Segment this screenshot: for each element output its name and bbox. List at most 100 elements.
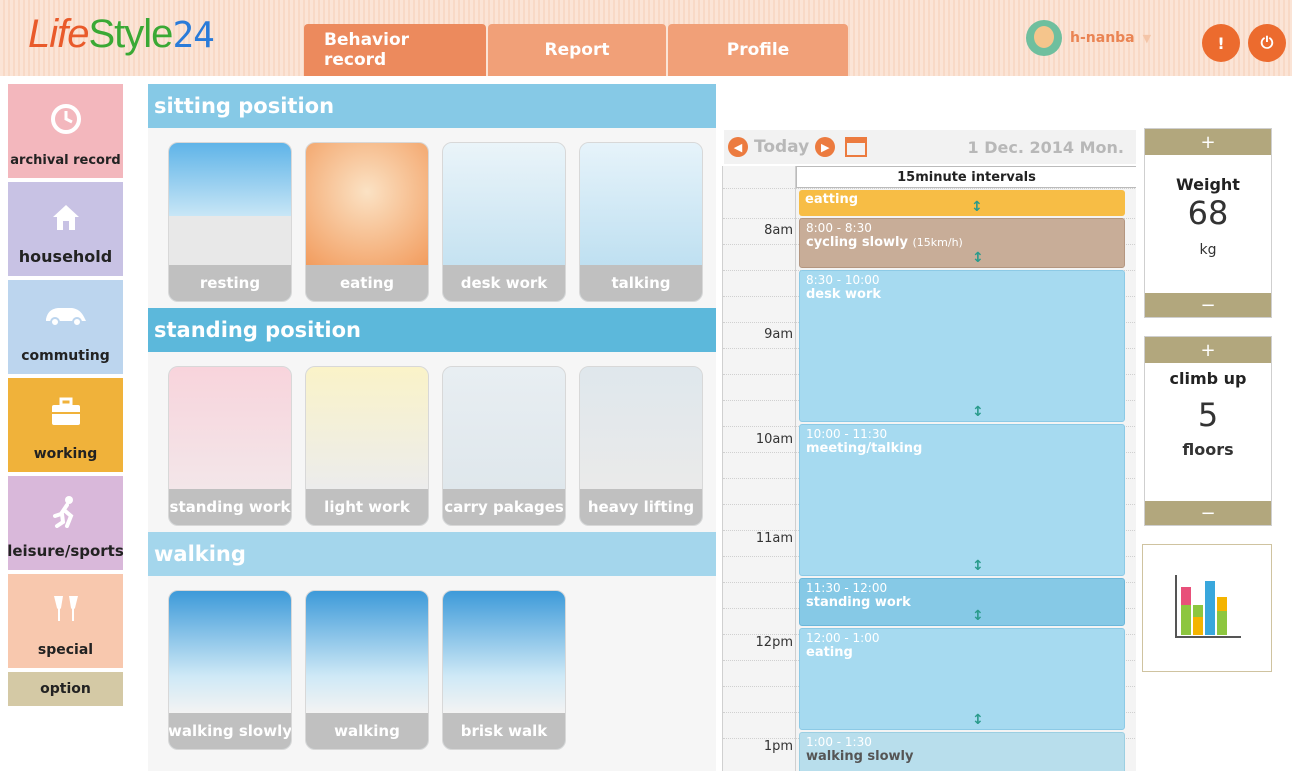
chevron-down-icon: ▼ xyxy=(1142,31,1152,45)
minus-icon: − xyxy=(1200,502,1216,524)
weight-label: Weight xyxy=(1176,175,1240,194)
card-label: brisk walk xyxy=(443,713,565,749)
user-menu[interactable]: h-nanba ▼ xyxy=(1026,20,1151,56)
resize-handle-icon[interactable]: ↕ xyxy=(972,559,984,573)
tab-report[interactable]: Report xyxy=(488,24,666,76)
resize-handle-icon[interactable]: ↕ xyxy=(972,609,984,623)
event-time: 8:30 - 10:00 xyxy=(806,273,880,287)
climb-label: climb up xyxy=(1169,369,1247,388)
sidebar-item-commuting[interactable]: commuting xyxy=(8,280,123,374)
activity-card-walking[interactable]: walking xyxy=(305,590,429,750)
app-logo[interactable]: LifeStyle24 xyxy=(28,12,215,57)
tab-profile[interactable]: Profile xyxy=(668,24,848,76)
activity-card-talking[interactable]: talking xyxy=(579,142,703,302)
activity-card-brisk-walk[interactable]: brisk walk xyxy=(442,590,566,750)
plus-icon: + xyxy=(1200,131,1216,153)
weight-unit: kg xyxy=(1199,242,1217,258)
event-name: cycling slowly xyxy=(806,235,908,250)
sidebar-item-working[interactable]: working xyxy=(8,378,123,472)
activity-card-walking-slowly[interactable]: walking slowly xyxy=(168,590,292,750)
event-name: meeting/talking xyxy=(806,441,923,456)
section-title: standing position xyxy=(154,318,361,342)
tab-behavior-record[interactable]: Behavior record xyxy=(304,24,486,76)
activity-card-carry-pakages[interactable]: carry pakages xyxy=(442,366,566,526)
event-cycling-slowly[interactable]: 8:00 - 8:30 cycling slowly (15km/h) ↕ xyxy=(799,218,1125,268)
climb-decrease-button[interactable]: − xyxy=(1145,501,1271,525)
sidebar-item-label: household xyxy=(18,247,113,266)
hour-label: 12pm xyxy=(755,635,793,650)
event-desk-work[interactable]: 8:30 - 10:00 desk work ↕ xyxy=(799,270,1125,422)
event-name: desk work xyxy=(806,287,882,302)
resize-handle-icon[interactable]: ↕ xyxy=(972,713,984,727)
section-walking: walking slowly walking brisk walk xyxy=(148,576,716,756)
section-title: sitting position xyxy=(154,94,335,118)
sidebar-item-label: leisure/sports xyxy=(7,542,124,560)
event-time: 1:00 - 1:30 xyxy=(806,735,872,749)
resting-illustration xyxy=(169,143,291,265)
weight-increase-button[interactable]: + xyxy=(1145,129,1271,155)
sidebar-item-archival-record[interactable]: archival record xyxy=(8,84,123,178)
current-date: 1 Dec. 2014 Mon. xyxy=(967,137,1124,157)
event-meeting-talking[interactable]: 10:00 - 11:30 meeting/talking ↕ xyxy=(799,424,1125,576)
event-eating[interactable]: 12:00 - 1:00 eating ↕ xyxy=(799,628,1125,730)
calendar-icon[interactable] xyxy=(845,137,868,157)
report-chart-button[interactable] xyxy=(1142,544,1272,672)
date-navigator: ◀ Today ▶ 1 Dec. 2014 Mon. xyxy=(724,130,1136,164)
alert-icon: ! xyxy=(1217,33,1225,53)
card-label: carry pakages xyxy=(443,489,565,525)
event-walking-slowly[interactable]: 1:00 - 1:30 walking slowly xyxy=(799,732,1125,771)
event-standing-work[interactable]: 11:30 - 12:00 standing work ↕ xyxy=(799,578,1125,626)
category-sidebar: archival record household commuting work… xyxy=(7,84,124,706)
hour-label: 9am xyxy=(764,327,793,342)
option-button[interactable]: option xyxy=(8,672,123,706)
bar-chart-icon xyxy=(1175,575,1241,638)
light-work-illustration xyxy=(306,367,428,489)
resize-handle-icon[interactable]: ↕ xyxy=(971,200,983,214)
weight-decrease-button[interactable]: − xyxy=(1145,293,1271,317)
alert-button[interactable]: ! xyxy=(1202,24,1240,62)
resize-handle-icon[interactable]: ↕ xyxy=(972,405,984,419)
section-heading-standing: standing position xyxy=(148,308,716,352)
sidebar-item-leisure-sports[interactable]: leisure/sports xyxy=(7,476,124,570)
previous-day-button[interactable]: ◀ xyxy=(728,137,748,157)
section-heading-walking: walking xyxy=(148,532,716,576)
logout-button[interactable]: ⏻ xyxy=(1248,24,1286,62)
carry-pakages-illustration xyxy=(443,367,565,489)
chevron-right-icon: ▶ xyxy=(820,140,830,154)
logo-prefix: Life xyxy=(28,12,89,56)
minus-icon: − xyxy=(1200,294,1216,316)
activity-card-standing-work[interactable]: standing work xyxy=(168,366,292,526)
event-eatting[interactable]: eatting ↕ xyxy=(799,190,1125,216)
climb-counter: + climb up 5 floors − xyxy=(1144,336,1272,526)
climb-value: 5 xyxy=(1197,396,1219,434)
today-button[interactable]: Today xyxy=(754,137,809,157)
activity-card-eating[interactable]: eating xyxy=(305,142,429,302)
sidebar-item-label: archival record xyxy=(10,153,121,168)
activity-card-heavy-lifting[interactable]: heavy lifting xyxy=(579,366,703,526)
event-time: 10:00 - 11:30 xyxy=(806,427,888,441)
resize-handle-icon[interactable]: ↕ xyxy=(972,251,984,265)
event-time: 11:30 - 12:00 xyxy=(806,581,888,595)
hour-label: 1pm xyxy=(763,739,793,754)
event-subtext: (15km/h) xyxy=(912,236,963,249)
logo-num: 24 xyxy=(172,15,214,56)
tab-label: Report xyxy=(544,40,610,60)
event-name: walking slowly xyxy=(806,749,914,764)
option-label: option xyxy=(40,681,91,697)
toast-icon xyxy=(8,592,123,635)
sidebar-item-special[interactable]: special xyxy=(8,574,123,668)
event-name: standing work xyxy=(806,595,911,610)
sidebar-item-household[interactable]: household xyxy=(8,182,123,276)
user-name: h-nanba xyxy=(1070,30,1135,46)
activity-card-resting[interactable]: resting xyxy=(168,142,292,302)
activity-card-desk-work[interactable]: desk work xyxy=(442,142,566,302)
chevron-left-icon: ◀ xyxy=(733,140,743,154)
tab-label: Behavior record xyxy=(324,30,410,70)
next-day-button[interactable]: ▶ xyxy=(815,137,836,157)
climb-increase-button[interactable]: + xyxy=(1145,337,1271,363)
standing-work-illustration xyxy=(169,367,291,489)
walking-illustration xyxy=(306,591,428,713)
event-time: 8:00 - 8:30 xyxy=(806,221,872,235)
activity-card-light-work[interactable]: light work xyxy=(305,366,429,526)
card-label: talking xyxy=(580,265,702,301)
